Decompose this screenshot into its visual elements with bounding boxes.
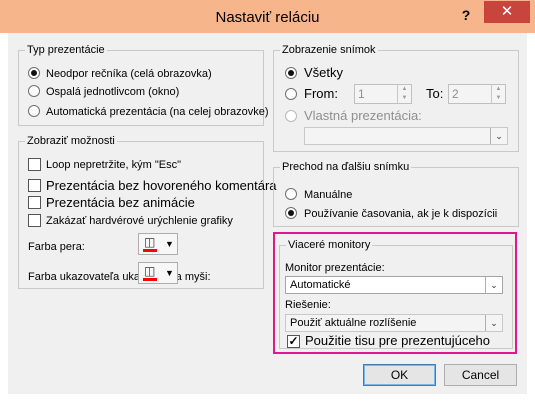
disable-hw-accel-checkbox[interactable] <box>28 214 41 227</box>
paint-bucket-icon: ◫ <box>144 235 156 249</box>
to-stepper[interactable]: 2 ▲ ▼ <box>448 84 506 104</box>
advance-slides-legend: Prechod na ďalšiu snímku <box>280 160 412 174</box>
stepper-arrows-icon[interactable]: ▲ ▼ <box>397 85 411 103</box>
manual-label[interactable]: Manuálne <box>304 188 352 202</box>
no-animation-label[interactable]: Prezentácia bez animácie <box>46 195 195 211</box>
dialog-body: Typ prezentácie Neodpor rečníka (celá ob… <box>8 33 527 394</box>
custom-show-label[interactable]: Vlastná prezentácia: <box>304 108 422 124</box>
no-narration-label[interactable]: Prezentácia bez hovoreného komentára <box>46 178 277 194</box>
radio-individual-label[interactable]: Ospalá jednotlivcom (okno) <box>46 85 179 99</box>
loop-label[interactable]: Loop nepretržite, kým "Esc" <box>46 158 181 172</box>
radio-all-slides[interactable] <box>285 67 297 79</box>
show-slides-legend: Zobrazenie snímok <box>280 43 378 57</box>
radio-from-slides[interactable] <box>285 88 297 100</box>
radio-speaker-label[interactable]: Neodpor rečníka (celá obrazovka) <box>46 67 212 81</box>
all-slides-label[interactable]: Všetky <box>304 65 343 81</box>
radio-custom-show[interactable] <box>285 110 297 122</box>
presentation-type-legend: Typ prezentácie <box>25 43 107 57</box>
chevron-down-icon[interactable]: ⌄ <box>490 128 507 144</box>
chevron-down-icon: ▼ <box>165 239 174 249</box>
pen-color-label: Farba pera: <box>28 241 85 253</box>
title-bar: Nastaviť reláciu ? ✕ <box>0 0 535 33</box>
no-narration-checkbox[interactable] <box>28 179 41 192</box>
cancel-button[interactable]: Cancel <box>444 364 517 386</box>
radio-kiosk[interactable] <box>28 105 40 117</box>
loop-checkbox[interactable] <box>28 158 41 171</box>
ok-button[interactable]: OK <box>363 364 436 386</box>
help-icon[interactable]: ? <box>455 5 477 25</box>
radio-kiosk-label[interactable]: Automatická prezentácia (na celej obrazo… <box>46 105 269 119</box>
radio-speaker[interactable] <box>28 67 40 79</box>
use-timings-label[interactable]: Používanie časovania, ak je k dispozícii <box>304 207 497 221</box>
pointer-color-label: Farba ukazovateľa ukazovateľa myši: <box>28 271 211 283</box>
radio-individual[interactable] <box>28 85 40 97</box>
paint-bucket-icon: ◫ <box>144 264 156 278</box>
pen-color-button[interactable]: ◫ ▼ <box>138 233 178 255</box>
radio-manual[interactable] <box>285 188 297 200</box>
custom-show-select[interactable]: ⌄ <box>304 127 508 145</box>
pointer-color-swatch <box>143 278 157 281</box>
radio-use-timings[interactable] <box>285 207 297 219</box>
close-icon[interactable]: ✕ <box>484 1 530 23</box>
monitors-highlight <box>273 232 517 354</box>
pen-color-swatch <box>143 249 157 252</box>
no-animation-checkbox[interactable] <box>28 196 41 209</box>
from-value: 1 <box>358 87 365 101</box>
disable-hw-accel-label[interactable]: Zakázať hardvérové urýchlenie grafiky <box>46 214 233 228</box>
to-value: 2 <box>452 87 459 101</box>
show-options-legend: Zobraziť možnosti <box>25 134 117 148</box>
stepper-arrows-icon[interactable]: ▲ ▼ <box>491 85 505 103</box>
pointer-color-button[interactable]: ◫ ▼ <box>138 262 178 284</box>
to-label: To: <box>426 86 444 101</box>
from-stepper[interactable]: 1 ▲ ▼ <box>354 84 412 104</box>
chevron-down-icon: ▼ <box>165 268 174 278</box>
from-label[interactable]: From: <box>304 86 338 102</box>
